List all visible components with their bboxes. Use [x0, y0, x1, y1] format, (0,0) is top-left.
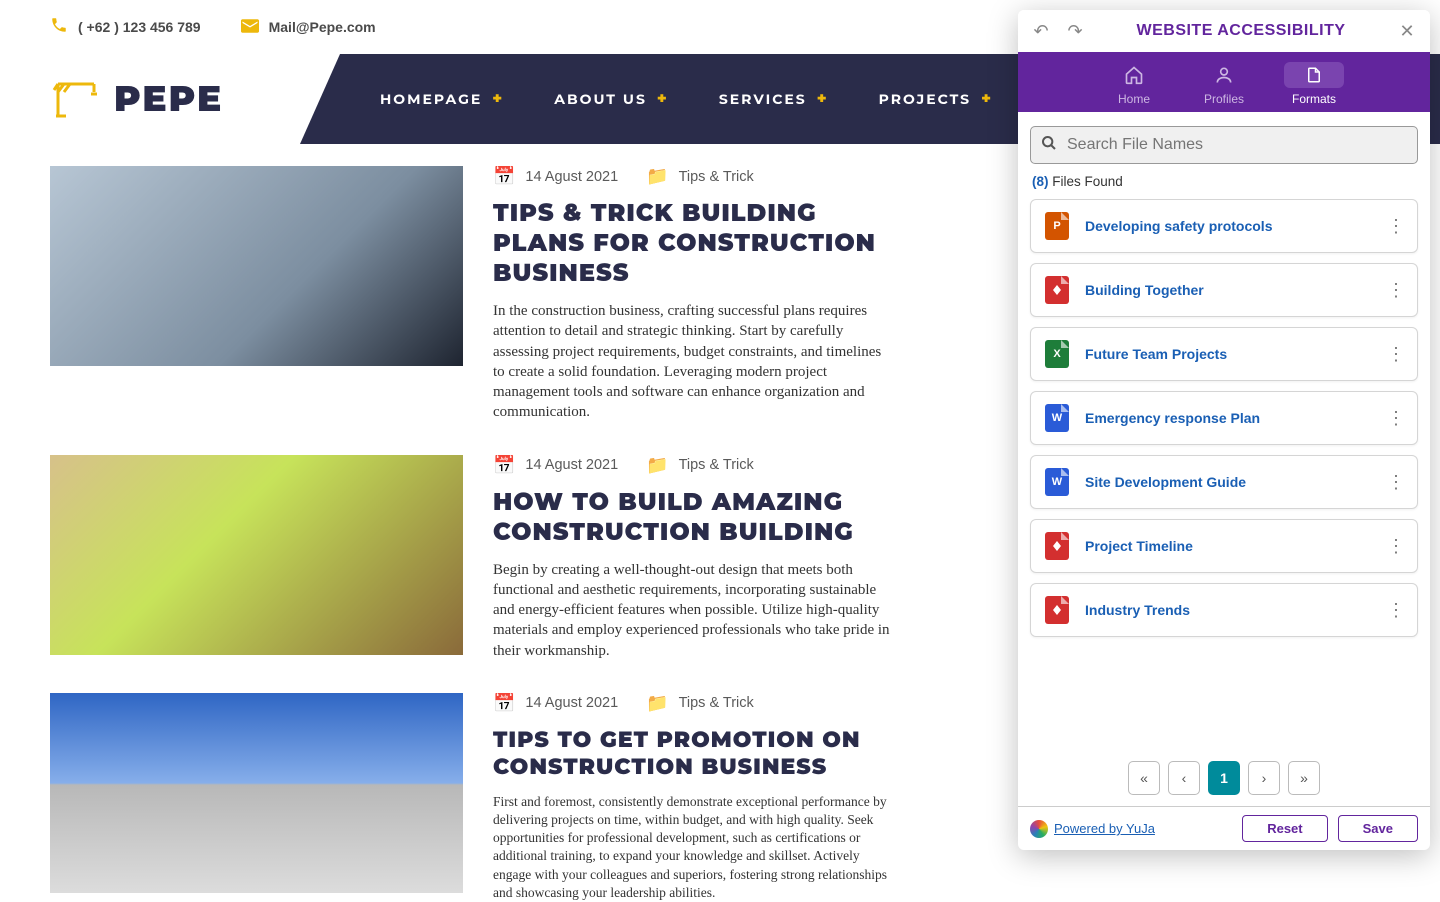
folder-icon: 📁 — [646, 455, 668, 476]
file-menu-button[interactable]: ⋮ — [1387, 472, 1403, 493]
doc-icon: W — [1045, 404, 1069, 432]
brand-text: PEPE — [114, 77, 223, 121]
article-title[interactable]: HOW TO BUILD AMAZING CONSTRUCTION BUILDI… — [493, 488, 890, 548]
article-item: 📅 14 Agust 2021 📁 Tips & Trick TIPS TO GET… — [50, 693, 890, 902]
pdf-icon — [1045, 596, 1069, 624]
article-cat: Tips & Trick — [679, 169, 754, 185]
file-menu-button[interactable]: ⋮ — [1387, 408, 1403, 429]
phone-text: ( +62 ) 123 456 789 — [78, 19, 201, 35]
article-cat: Tips & Trick — [679, 695, 754, 711]
nav-homepage[interactable]: HOMEPAGE+ — [380, 90, 504, 109]
file-menu-button[interactable]: ⋮ — [1387, 536, 1403, 557]
plus-icon: + — [657, 90, 669, 109]
file-list: PDeveloping safety protocols⋮Building To… — [1018, 199, 1430, 750]
tab-formats[interactable]: Formats — [1284, 62, 1344, 112]
pdf-icon — [1045, 276, 1069, 304]
page-last[interactable]: » — [1288, 761, 1320, 795]
file-name: Building Together — [1085, 282, 1371, 298]
calendar-icon: 📅 — [493, 455, 515, 476]
nav-about[interactable]: ABOUT US+ — [554, 90, 669, 109]
close-button[interactable]: ✕ — [1396, 21, 1418, 42]
panel-tabs: Home Profiles Formats — [1018, 52, 1430, 112]
file-menu-button[interactable]: ⋮ — [1387, 280, 1403, 301]
article-thumb[interactable] — [50, 455, 463, 655]
article-list: 📅 14 Agust 2021 📁 Tips & Trick TIPS & TRIC… — [0, 144, 940, 902]
reset-button[interactable]: Reset — [1242, 815, 1327, 842]
accessibility-panel: ↶ ↷ WEBSITE ACCESSIBILITY ✕ Home Profile… — [1018, 10, 1430, 850]
file-row[interactable]: X Future Team Projects ⋮ — [1030, 327, 1418, 381]
doc-icon: W — [1045, 468, 1069, 496]
email[interactable]: Mail@Pepe.com — [241, 17, 376, 38]
file-row[interactable]: P Developing safety protocols ⋮ — [1030, 199, 1418, 253]
calendar-icon: 📅 — [493, 693, 515, 714]
article-body: In the construction business, crafting s… — [493, 301, 890, 423]
profile-icon — [1194, 62, 1254, 88]
nav-projects[interactable]: PROJECTS+ — [879, 90, 993, 109]
page-current[interactable]: 1 — [1208, 761, 1240, 795]
plus-icon: + — [981, 90, 993, 109]
file-row[interactable]: W Site Development Guide ⋮ — [1030, 455, 1418, 509]
plus-icon: + — [817, 90, 829, 109]
file-name: Site Development Guide — [1085, 474, 1371, 490]
ppt-icon: P — [1045, 212, 1069, 240]
article-title[interactable]: TIPS TO GET PROMOTION ON CONSTRUCTION BU… — [493, 726, 890, 781]
crane-icon — [50, 72, 100, 127]
article-thumb[interactable] — [50, 693, 463, 893]
save-button[interactable]: Save — [1338, 815, 1418, 842]
xls-icon: X — [1045, 340, 1069, 368]
file-name: Industry Trends — [1085, 602, 1371, 618]
file-menu-button[interactable]: ⋮ — [1387, 600, 1403, 621]
document-icon — [1284, 62, 1344, 88]
pdf-icon — [1045, 532, 1069, 560]
folder-icon: 📁 — [646, 693, 668, 714]
nav-services[interactable]: SERVICES+ — [719, 90, 829, 109]
search-icon — [1041, 135, 1057, 156]
undo-button[interactable]: ↶ — [1030, 21, 1052, 42]
article-body: First and foremost, consistently demonst… — [493, 793, 890, 902]
file-menu-button[interactable]: ⋮ — [1387, 216, 1403, 237]
page-first[interactable]: « — [1128, 761, 1160, 795]
article-date: 14 Agust 2021 — [525, 169, 618, 185]
plus-icon: + — [492, 90, 504, 109]
phone-icon — [50, 16, 68, 39]
tab-home[interactable]: Home — [1104, 62, 1164, 112]
file-row[interactable]: Building Together ⋮ — [1030, 263, 1418, 317]
file-name: Developing safety protocols — [1085, 218, 1371, 234]
article-item: 📅 14 Agust 2021 📁 Tips & Trick HOW TO BUIL… — [50, 455, 890, 661]
article-thumb[interactable] — [50, 166, 463, 366]
file-row[interactable]: Project Timeline ⋮ — [1030, 519, 1418, 573]
article-date: 14 Agust 2021 — [525, 695, 618, 711]
file-name: Emergency response Plan — [1085, 410, 1371, 426]
redo-button[interactable]: ↷ — [1064, 21, 1086, 42]
page-next[interactable]: › — [1248, 761, 1280, 795]
home-icon — [1104, 62, 1164, 88]
file-row[interactable]: W Emergency response Plan ⋮ — [1030, 391, 1418, 445]
panel-title: WEBSITE ACCESSIBILITY — [1098, 22, 1384, 40]
article-date: 14 Agust 2021 — [525, 457, 618, 473]
search-field[interactable] — [1030, 126, 1418, 164]
search-input[interactable] — [1067, 136, 1407, 154]
yuja-icon — [1030, 820, 1048, 838]
powered-by-link[interactable]: Powered by YuJa — [1030, 820, 1155, 838]
file-menu-button[interactable]: ⋮ — [1387, 344, 1403, 365]
file-row[interactable]: Industry Trends ⋮ — [1030, 583, 1418, 637]
panel-footer: Powered by YuJa Reset Save — [1018, 806, 1430, 850]
folder-icon: 📁 — [646, 166, 668, 187]
calendar-icon: 📅 — [493, 166, 515, 187]
tab-profiles[interactable]: Profiles — [1194, 62, 1254, 112]
file-name: Future Team Projects — [1085, 346, 1371, 362]
page-prev[interactable]: ‹ — [1168, 761, 1200, 795]
article-body: Begin by creating a well-thought-out des… — [493, 560, 890, 661]
pagination: « ‹ 1 › » — [1018, 750, 1430, 806]
files-found: (8) Files Found — [1018, 174, 1430, 199]
logo[interactable]: PEPE — [0, 72, 300, 127]
article-cat: Tips & Trick — [679, 457, 754, 473]
file-name: Project Timeline — [1085, 538, 1371, 554]
article-title[interactable]: TIPS & TRICK BUILDING PLANS FOR CONSTRUC… — [493, 199, 890, 289]
phone[interactable]: ( +62 ) 123 456 789 — [50, 16, 201, 39]
mail-icon — [241, 17, 259, 38]
email-text: Mail@Pepe.com — [269, 19, 376, 35]
article-item: 📅 14 Agust 2021 📁 Tips & Trick TIPS & TRIC… — [50, 166, 890, 423]
